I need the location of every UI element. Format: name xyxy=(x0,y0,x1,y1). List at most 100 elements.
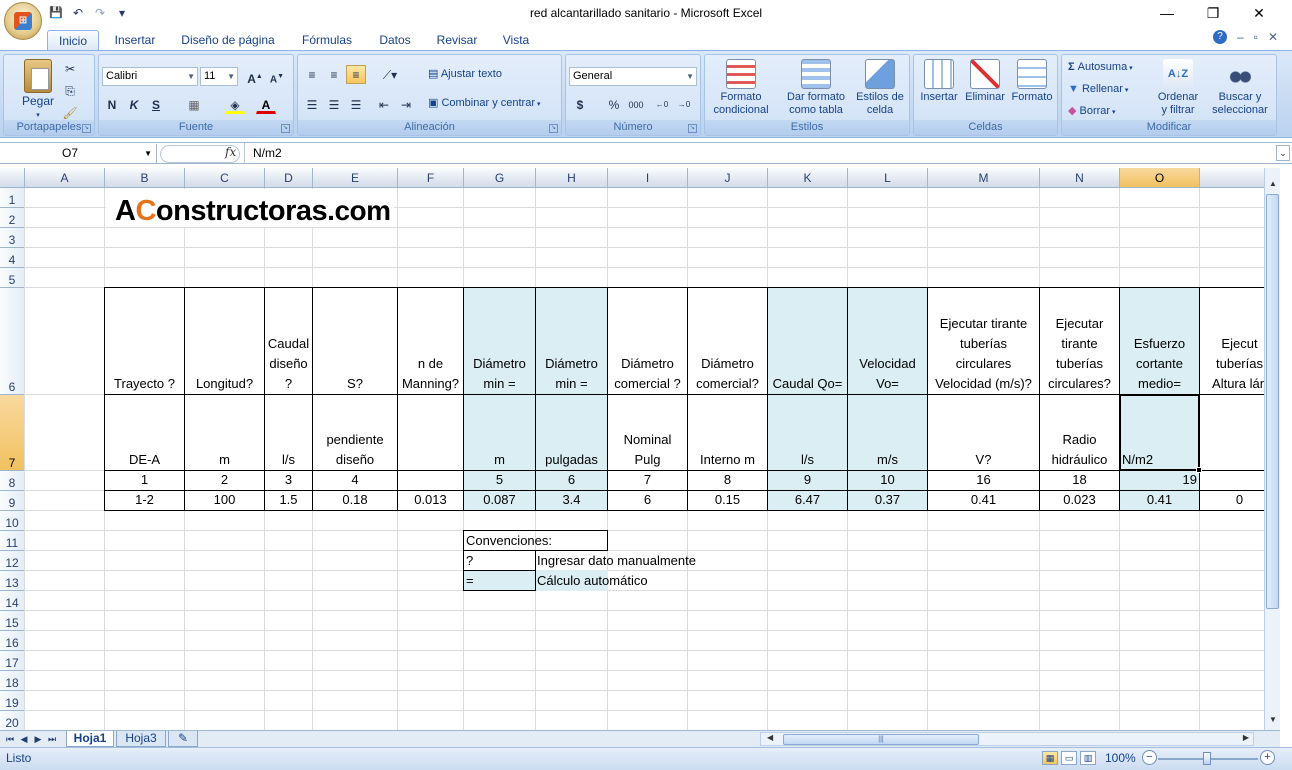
column-header-d[interactable]: D xyxy=(265,168,313,188)
copy-icon[interactable]: ⎘ xyxy=(60,81,80,100)
office-button[interactable]: ⊞ xyxy=(4,2,42,40)
row-header-16[interactable]: 16 xyxy=(0,631,25,651)
header-cell-row6[interactable]: Ejecutar tirante tuberías circulares Veloci… xyxy=(927,287,1040,395)
data-cell-row8[interactable]: 10 xyxy=(847,470,928,491)
tab-formulas[interactable]: Fórmulas xyxy=(295,30,359,50)
sheet-tab-hoja3[interactable]: Hoja3 xyxy=(116,731,166,747)
tab-datos[interactable]: Datos xyxy=(372,30,418,50)
header-cell-row6[interactable]: Ejecutar tirante tuberías circulares? xyxy=(1039,287,1120,395)
conditional-format-button[interactable]: Formato condicional xyxy=(707,59,775,117)
header-cell-row7[interactable]: Nominal Pulg xyxy=(607,394,688,471)
column-header-l[interactable]: L xyxy=(848,168,928,188)
header-cell-row6[interactable]: S? xyxy=(312,287,398,395)
row-header-10[interactable]: 10 xyxy=(0,511,25,531)
column-header-n[interactable]: N xyxy=(1040,168,1120,188)
row-header-6[interactable]: 6 xyxy=(0,288,25,395)
scroll-left-icon[interactable]: ◀ xyxy=(767,733,773,742)
scroll-right-icon[interactable]: ▶ xyxy=(1243,733,1249,742)
row-header-20[interactable]: 20 xyxy=(0,711,25,730)
sheet-tab-hoja1[interactable]: Hoja1 xyxy=(66,731,114,747)
column-header-m[interactable]: M xyxy=(928,168,1040,188)
data-cell-row8[interactable]: 3 xyxy=(264,470,313,491)
header-cell-row7[interactable]: m/s xyxy=(847,394,928,471)
zoom-level[interactable]: 100% xyxy=(1105,751,1136,765)
data-cell-row9[interactable]: 0.37 xyxy=(847,490,928,511)
column-header-j[interactable]: J xyxy=(688,168,768,188)
font-name-combo[interactable]: Calibri ▼ xyxy=(102,67,198,86)
align-top-icon[interactable]: ≡ xyxy=(302,65,322,84)
increase-indent-icon[interactable]: ⇥ xyxy=(396,95,416,114)
vertical-scroll-thumb[interactable] xyxy=(1266,194,1279,609)
data-cell-row8[interactable]: 9 xyxy=(767,470,848,491)
row-header-4[interactable]: 4 xyxy=(0,248,25,268)
data-cell-row8[interactable]: 1 xyxy=(104,470,185,491)
data-cell-row9[interactable]: 6 xyxy=(607,490,688,511)
header-cell-row7[interactable]: Interno m xyxy=(687,394,768,471)
data-cell-row8[interactable]: 16 xyxy=(927,470,1040,491)
bold-button[interactable]: N xyxy=(102,95,122,114)
font-size-combo[interactable]: 11 ▼ xyxy=(200,67,238,86)
header-cell-row6[interactable]: Diámetro min = xyxy=(535,287,608,395)
row-header-19[interactable]: 19 xyxy=(0,691,25,711)
spreadsheet-grid[interactable]: A B C D E F G H I J K L M N O 1 2 3 4 5 6 7 8 9 10 11 12 13 14 15 16 17… xyxy=(0,168,1264,730)
page-break-view-icon[interactable]: ▥ xyxy=(1080,751,1096,765)
currency-button[interactable]: $ xyxy=(570,95,590,114)
header-cell-row6[interactable]: Ejecut tuberías Altura lán xyxy=(1199,287,1264,395)
header-cell-row6[interactable]: n de Manning? xyxy=(397,287,464,395)
format-as-table-button[interactable]: Dar formato como tabla xyxy=(777,59,855,117)
thousands-button[interactable]: 000 xyxy=(626,95,646,114)
number-format-combo[interactable]: General ▼ xyxy=(569,67,697,86)
data-cell-row8[interactable]: 5 xyxy=(463,470,536,491)
header-cell-row6[interactable]: Diámetro comercial? xyxy=(687,287,768,395)
fill-color-icon[interactable]: ◈ xyxy=(225,95,245,114)
cut-icon[interactable]: ✂ xyxy=(60,59,80,78)
align-center-icon[interactable]: ☰ xyxy=(324,95,344,114)
header-cell-row7[interactable]: Radio hidráulico xyxy=(1039,394,1120,471)
insert-function-icon[interactable]: fx xyxy=(225,145,236,159)
restore-button[interactable]: ❐ xyxy=(1190,3,1236,23)
expand-formula-bar-icon[interactable]: ⌄ xyxy=(1276,145,1290,161)
tab-revisar[interactable]: Revisar xyxy=(431,30,483,50)
sort-filter-button[interactable]: A↓Z Ordenar y filtrar xyxy=(1148,59,1208,117)
data-cell-row8[interactable]: 2 xyxy=(184,470,265,491)
name-box[interactable]: O7 ▼ xyxy=(2,144,157,163)
row-header-17[interactable]: 17 xyxy=(0,651,25,671)
find-select-button[interactable]: Buscar y seleccionar xyxy=(1204,59,1276,117)
row-header-9[interactable]: 9 xyxy=(0,491,25,511)
header-cell-row6[interactable]: Caudal Qo= xyxy=(767,287,848,395)
data-cell-row9[interactable]: 0.41 xyxy=(927,490,1040,511)
column-header-f[interactable]: F xyxy=(398,168,464,188)
data-cell-row8[interactable]: 4 xyxy=(312,470,398,491)
data-cell-row9[interactable]: 0.15 xyxy=(687,490,768,511)
formula-input[interactable]: N/m2 xyxy=(244,143,282,164)
data-cell-row9[interactable]: 1-2 xyxy=(104,490,185,511)
data-cell-row8[interactable]: 6 xyxy=(535,470,608,491)
data-cell-row8[interactable]: 7 xyxy=(607,470,688,491)
decrease-decimal-icon[interactable]: →0 xyxy=(674,95,694,114)
page-layout-view-icon[interactable]: ▭ xyxy=(1061,751,1077,765)
column-header-b[interactable]: B xyxy=(105,168,185,188)
fill-handle[interactable] xyxy=(1196,467,1202,473)
conventions-manual-text[interactable]: Ingresar dato manualmente xyxy=(535,550,768,571)
last-sheet-icon[interactable]: ⏭ xyxy=(46,732,58,746)
paste-button[interactable]: Pegar ▾ xyxy=(10,59,66,122)
column-header-a[interactable]: A xyxy=(25,168,105,188)
column-header-partial[interactable] xyxy=(1200,168,1264,188)
header-cell-row6[interactable]: Esfuerzo cortante medio= xyxy=(1119,287,1200,395)
data-cell-row8[interactable]: 19 xyxy=(1119,470,1200,491)
data-cell-row9[interactable]: 0.087 xyxy=(463,490,536,511)
dialog-launcher-icon[interactable]: ↘ xyxy=(82,124,91,133)
wrap-text-button[interactable]: ▤ Ajustar texto xyxy=(428,68,502,81)
data-cell-row9[interactable]: 0.023 xyxy=(1039,490,1120,511)
ribbon-minimize-icon[interactable]: – xyxy=(1237,30,1244,44)
header-cell-row7[interactable]: DE-A xyxy=(104,394,185,471)
minimize-button[interactable]: — xyxy=(1144,3,1190,23)
tab-inicio[interactable]: Inicio xyxy=(47,30,99,50)
row-header-7[interactable]: 7 xyxy=(0,395,25,471)
row-header-3[interactable]: 3 xyxy=(0,228,25,248)
header-cell-row6[interactable]: Velocidad Vo= xyxy=(847,287,928,395)
header-cell-row6[interactable]: Caudal diseño? xyxy=(264,287,313,395)
header-cell-row7[interactable]: pendiente diseño xyxy=(312,394,398,471)
normal-view-icon[interactable]: ▦ xyxy=(1042,751,1058,765)
header-cell-row7[interactable] xyxy=(397,394,464,471)
